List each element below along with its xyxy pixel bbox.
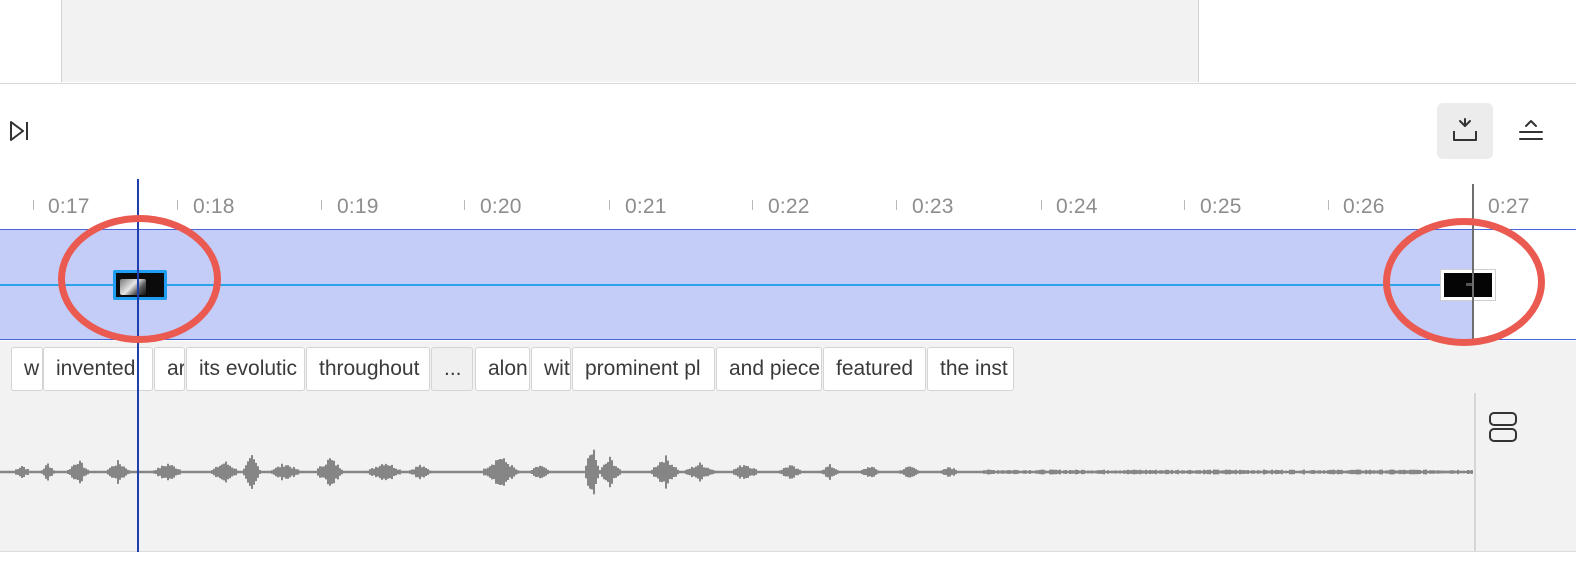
word-chip[interactable]: the inst xyxy=(927,347,1014,391)
skip-to-end-button[interactable] xyxy=(2,114,36,148)
ruler-label: 0:23 xyxy=(912,195,954,218)
clip-start-thumbnail[interactable] xyxy=(113,270,167,300)
word-chip[interactable]: and piece xyxy=(716,347,822,391)
word-chip[interactable]: throughout xyxy=(306,347,430,391)
word-chip[interactable]: featured xyxy=(823,347,926,391)
ruler-label: 0:26 xyxy=(1343,195,1385,218)
thumbnail-image xyxy=(120,279,146,295)
timeline-toolbar xyxy=(0,84,1576,179)
playhead[interactable] xyxy=(137,179,139,552)
ruler-label: 0:19 xyxy=(337,195,379,218)
collapse-track-button[interactable] xyxy=(1437,103,1493,159)
word-chip[interactable]: w xyxy=(11,347,43,391)
clip-end-thumbnail[interactable] xyxy=(1441,270,1495,300)
ruler-label: 0:27 xyxy=(1488,195,1530,218)
ruler-label: 0:22 xyxy=(768,195,810,218)
ruler-tick xyxy=(896,200,897,210)
ruler-tick xyxy=(1041,200,1042,210)
waveform-path xyxy=(0,449,1473,495)
ruler-label: 0:21 xyxy=(625,195,667,218)
ruler-tick xyxy=(752,200,753,210)
word-chip[interactable]: its evolutic xyxy=(186,347,305,391)
audio-track[interactable] xyxy=(0,393,1576,552)
ruler-tick xyxy=(177,200,178,210)
clip-end-marker-lower xyxy=(1474,393,1476,551)
skip-to-end-icon xyxy=(8,120,30,142)
word-gap-chip[interactable]: ... xyxy=(431,347,473,391)
audio-waveform xyxy=(0,449,1473,495)
ruler-tick xyxy=(321,200,322,210)
ruler-label: 0:18 xyxy=(193,195,235,218)
ruler-tick xyxy=(1184,200,1185,210)
ruler-label: 0:17 xyxy=(48,195,90,218)
video-track[interactable] xyxy=(0,229,1576,340)
preview-canvas xyxy=(61,0,1199,82)
track-centerline xyxy=(0,284,1474,286)
word-chip[interactable]: ar xyxy=(154,347,185,391)
timeline-editor: 0:17 0:18 0:19 0:20 0:21 0:22 0:23 0:24 … xyxy=(0,0,1576,588)
ruler-label: 0:25 xyxy=(1200,195,1242,218)
transcript-words-row: w invented ar its evolutic throughout ..… xyxy=(0,341,1576,393)
ruler-tick xyxy=(33,200,34,210)
word-chip[interactable]: prominent pl xyxy=(572,347,715,391)
word-chip[interactable]: wit xyxy=(531,347,571,391)
ruler-label: 0:24 xyxy=(1056,195,1098,218)
ruler-tick xyxy=(1328,200,1329,210)
split-view-button[interactable] xyxy=(1481,405,1525,449)
split-view-icon xyxy=(1488,411,1518,443)
word-chip[interactable]: alon xyxy=(475,347,530,391)
clip-end-marker[interactable] xyxy=(1472,184,1474,340)
collapse-track-icon xyxy=(1451,118,1479,144)
expand-track-icon xyxy=(1517,118,1545,144)
time-ruler[interactable]: 0:17 0:18 0:19 0:20 0:21 0:22 0:23 0:24 … xyxy=(0,180,1576,228)
preview-area xyxy=(0,0,1576,84)
ruler-tick xyxy=(609,200,610,210)
ruler-label: 0:20 xyxy=(480,195,522,218)
expand-track-button[interactable] xyxy=(1503,103,1559,159)
ruler-tick xyxy=(464,200,465,210)
